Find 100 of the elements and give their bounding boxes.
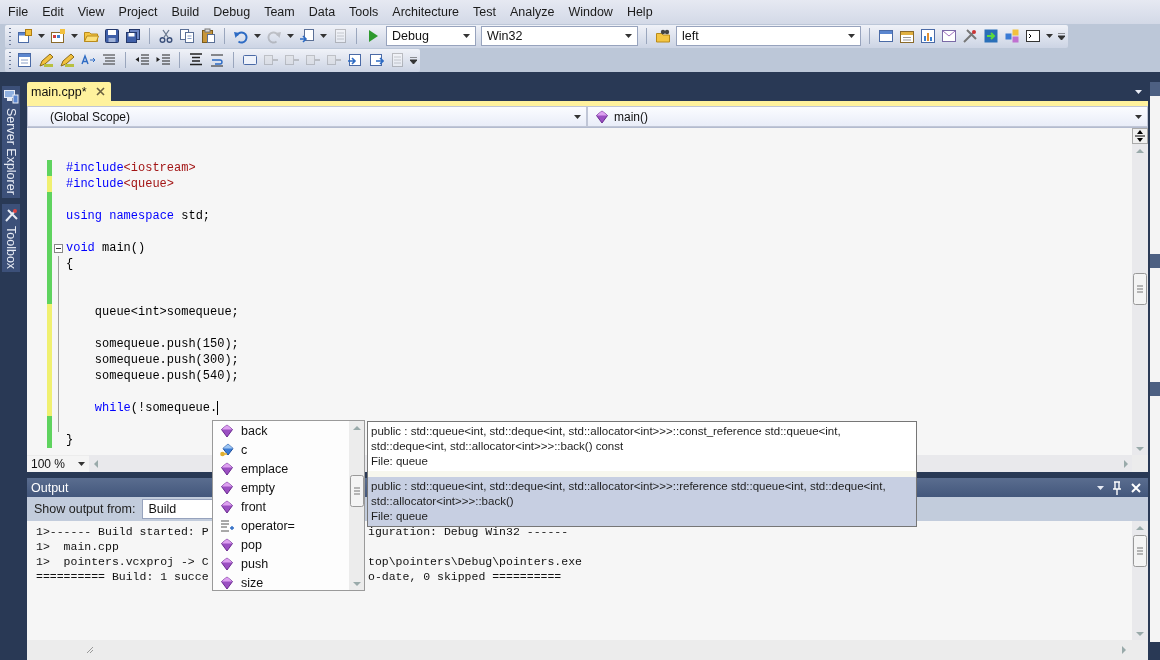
menu-item[interactable]: Analyze — [502, 3, 562, 21]
menu-item[interactable]: Architecture — [385, 3, 466, 21]
platform-dropdown[interactable]: Win32 — [481, 26, 638, 46]
menu-item[interactable]: Edit — [35, 3, 71, 21]
save-all-icon[interactable] — [125, 28, 141, 44]
caret-icon[interactable] — [320, 34, 327, 38]
file-text: File: queue — [371, 454, 429, 469]
completion-item[interactable]: back — [213, 421, 349, 440]
vertical-scrollbar[interactable] — [1132, 128, 1148, 455]
mail-window-icon[interactable] — [941, 28, 957, 44]
configuration-dropdown[interactable]: Debug — [386, 26, 476, 46]
menu-item[interactable]: Build — [164, 3, 207, 21]
menu-item[interactable]: Debug — [206, 3, 258, 21]
new-project-icon[interactable] — [17, 28, 33, 44]
output-line: 1> pointers.vcxproj -> C — [36, 554, 209, 569]
completion-item[interactable]: c — [213, 440, 349, 459]
menu-item[interactable]: Help — [619, 3, 660, 21]
completion-item[interactable]: operator= — [213, 516, 349, 535]
bookmark-next-icon[interactable] — [368, 52, 384, 68]
properties-icon[interactable] — [899, 28, 915, 44]
side-tab[interactable]: Server Explorer — [2, 86, 20, 198]
cut-icon[interactable] — [158, 28, 174, 44]
zoom-dropdown[interactable]: 100 % — [27, 455, 89, 472]
output-line: top\pointers\Debug\pointers.exe — [368, 554, 582, 569]
overflow-icon[interactable] — [1058, 32, 1065, 40]
menu-item[interactable]: Tools — [342, 3, 386, 21]
align-icon[interactable] — [188, 52, 204, 68]
scroll-thumb[interactable] — [349, 475, 364, 507]
splitter-icon[interactable] — [1132, 128, 1148, 144]
completion-item[interactable]: front — [213, 497, 349, 516]
find-dropdown[interactable]: left — [676, 26, 861, 46]
completion-item[interactable]: size — [213, 573, 349, 592]
save-icon[interactable] — [104, 28, 120, 44]
menu-item[interactable]: View — [70, 3, 112, 21]
member-dropdown[interactable]: main() — [587, 106, 1148, 127]
class-view-icon[interactable] — [1004, 28, 1020, 44]
caret-icon[interactable] — [78, 461, 85, 466]
method-icon — [219, 536, 235, 553]
arrow-box-icon[interactable] — [983, 28, 999, 44]
signature-text: public : std::queue<int, std::deque<int, std::allocator<int>>>::reference std::queue<int, std::deque<int, std::allocator<int>>>::back() — [371, 479, 887, 509]
outdent-icon[interactable] — [134, 52, 150, 68]
add-item-icon[interactable] — [50, 28, 66, 44]
command-window-icon[interactable] — [1025, 28, 1041, 44]
pencil-icon[interactable] — [59, 52, 75, 68]
caret-icon[interactable] — [287, 34, 294, 38]
wrap-icon[interactable] — [209, 52, 225, 68]
completion-item[interactable]: pop — [213, 535, 349, 554]
completion-item[interactable]: emplace — [213, 459, 349, 478]
completion-item[interactable]: empty — [213, 478, 349, 497]
menu-item[interactable]: Window — [561, 3, 620, 21]
rectangle-icon[interactable] — [242, 52, 258, 68]
caret-icon[interactable] — [1135, 89, 1142, 94]
caret-icon[interactable] — [38, 34, 45, 38]
menu-item[interactable]: Data — [301, 3, 343, 21]
menu-item[interactable]: Project — [111, 3, 165, 21]
grip-icon — [85, 645, 95, 655]
pin-icon[interactable] — [1110, 480, 1124, 495]
vertical-scrollbar[interactable] — [349, 421, 364, 590]
toolbox-icon — [3, 206, 19, 223]
paste-icon[interactable] — [200, 28, 216, 44]
menu-item[interactable]: Test — [466, 3, 503, 21]
vertical-scrollbar[interactable] — [1132, 521, 1148, 640]
menu-item[interactable]: Team — [257, 3, 302, 21]
code-line: queue<int>somequeue; — [93, 304, 239, 320]
overflow-icon[interactable] — [410, 56, 417, 64]
side-tab[interactable]: Toolbox — [2, 203, 20, 272]
menu-item[interactable]: File — [1, 3, 36, 21]
collapse-icon[interactable] — [54, 243, 63, 253]
scroll-thumb[interactable] — [1133, 273, 1147, 305]
caret-icon[interactable] — [625, 34, 632, 38]
navigate-icon[interactable] — [299, 28, 315, 44]
document-tab[interactable]: main.cpp* — [27, 82, 111, 101]
window-icon[interactable] — [878, 28, 894, 44]
method-icon — [219, 422, 235, 439]
quick-info-entry[interactable]: public : std::queue<int, std::deque<int, std::allocator<int>>>::reference std::queue<int, std::deque<int, std::allocator<int>>>::back() File: queue — [368, 477, 916, 526]
close-icon[interactable] — [94, 86, 106, 97]
caret-icon[interactable] — [71, 34, 78, 38]
caret-icon[interactable] — [1097, 485, 1104, 490]
pencil-icon[interactable] — [38, 52, 54, 68]
tools-icon[interactable] — [962, 28, 978, 44]
indent-icon[interactable] — [155, 52, 171, 68]
scope-dropdown[interactable]: (Global Scope) — [27, 106, 587, 127]
caret-icon[interactable] — [463, 34, 470, 38]
find-in-files-icon[interactable] — [655, 28, 671, 44]
output-line: ========== Build: 1 succe — [36, 569, 209, 584]
bookmark-previous-icon[interactable] — [347, 52, 363, 68]
scroll-thumb[interactable] — [1133, 535, 1147, 567]
caret-icon[interactable] — [254, 34, 261, 38]
completion-item[interactable]: push — [213, 554, 349, 573]
caret-icon[interactable] — [1046, 34, 1053, 38]
caret-icon[interactable] — [848, 34, 855, 38]
document-list-icon[interactable] — [17, 52, 33, 68]
caret-icon[interactable] — [574, 114, 581, 119]
lines-icon[interactable] — [101, 52, 117, 68]
caret-icon[interactable] — [1135, 114, 1142, 119]
code-line: #include<iostream> — [65, 160, 196, 176]
copy-icon[interactable] — [179, 28, 195, 44]
output-line: 1>------ Build started: P — [36, 524, 209, 539]
chart-window-icon[interactable] — [920, 28, 936, 44]
method-icon — [219, 460, 235, 477]
